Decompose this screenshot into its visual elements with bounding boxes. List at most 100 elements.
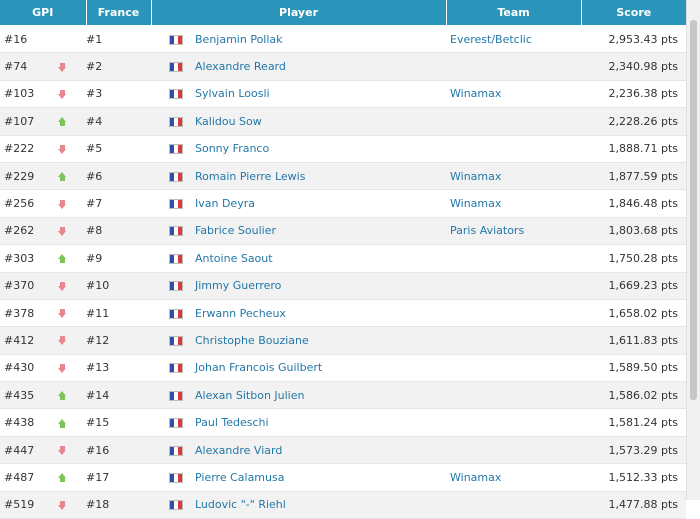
gpi-rank: #256 <box>0 189 58 218</box>
header-row: GPI France Player Team Score <box>0 0 687 26</box>
table-row: #519 #18 Ludovic "-" Riehl 1,477.88 pts <box>0 491 687 519</box>
score-value: 1,846.48 pts <box>581 189 687 218</box>
france-rank: #18 <box>86 491 151 519</box>
table-row: #378 #11 Erwann Pecheux 1,658.02 pts <box>0 299 687 328</box>
player-name-link[interactable]: Paul Tedeschi <box>191 408 447 437</box>
arrow-down-icon <box>58 281 67 291</box>
table-row: #103 #3 Sylvain Loosli Winamax 2,236.38 pts <box>0 80 687 109</box>
player-name-link[interactable]: Alexandre Viard <box>191 436 447 465</box>
france-flag-icon <box>169 281 183 292</box>
flag-cell <box>151 299 191 328</box>
arrow-down-icon <box>58 62 67 72</box>
team-name-link <box>446 299 582 328</box>
arrow-down-icon <box>58 363 67 373</box>
arrow-up-icon <box>58 117 67 127</box>
table-row: #229 #6 Romain Pierre Lewis Winamax 1,877.59… <box>0 162 687 191</box>
player-name-link[interactable]: Fabrice Soulier <box>191 217 447 246</box>
gpi-rank: #229 <box>0 162 58 191</box>
gpi-rank: #103 <box>0 80 58 109</box>
player-name-link[interactable]: Benjamin Pollak <box>191 25 447 54</box>
player-name-link[interactable]: Christophe Bouziane <box>191 326 447 355</box>
player-name-link[interactable]: Alexan Sitbon Julien <box>191 381 447 410</box>
header-score[interactable]: Score <box>581 0 687 26</box>
player-name-link[interactable]: Kalidou Sow <box>191 107 447 136</box>
score-value: 1,888.71 pts <box>581 135 687 163</box>
player-name-link[interactable]: Ludovic "-" Riehl <box>191 491 447 519</box>
player-name-link[interactable]: Jimmy Guerrero <box>191 272 447 300</box>
player-name-link[interactable]: Sylvain Loosli <box>191 80 447 109</box>
team-name-link[interactable]: Winamax <box>446 463 582 492</box>
team-name-link[interactable]: Winamax <box>446 162 582 191</box>
player-name-link[interactable]: Pierre Calamusa <box>191 463 447 492</box>
team-name-link <box>446 436 582 465</box>
player-name-link[interactable]: Ivan Deyra <box>191 189 447 218</box>
header-france[interactable]: France <box>86 0 152 26</box>
team-name-link <box>446 135 582 163</box>
flag-cell <box>151 189 191 218</box>
team-name-link[interactable]: Winamax <box>446 80 582 109</box>
trend-cell <box>58 381 86 410</box>
player-name-link[interactable]: Sonny Franco <box>191 135 447 163</box>
france-flag-icon <box>169 445 183 456</box>
arrow-down-icon <box>58 446 67 456</box>
france-flag-icon <box>169 89 183 100</box>
scrollbar-thumb[interactable] <box>690 20 697 400</box>
score-value: 1,573.29 pts <box>581 436 687 465</box>
header-gpi[interactable]: GPI <box>0 0 87 26</box>
france-flag-icon <box>169 116 183 127</box>
score-value: 2,236.38 pts <box>581 80 687 109</box>
trend-cell <box>58 162 86 191</box>
header-team[interactable]: Team <box>446 0 582 26</box>
score-value: 2,953.43 pts <box>581 25 687 54</box>
gpi-rank: #16 <box>0 25 58 54</box>
flag-cell <box>151 25 191 54</box>
france-rank: #6 <box>86 162 151 191</box>
france-rank: #12 <box>86 326 151 355</box>
player-name-link[interactable]: Alexandre Reard <box>191 52 447 81</box>
flag-cell <box>151 381 191 410</box>
france-flag-icon <box>169 144 183 155</box>
arrow-down-icon <box>58 144 67 154</box>
table-row: #435 #14 Alexan Sitbon Julien 1,586.02 pts <box>0 381 687 410</box>
ranking-table: GPI France Player Team Score #16 #1 Benjam… <box>0 0 687 519</box>
player-name-link[interactable]: Antoine Saout <box>191 244 447 273</box>
gpi-rank: #435 <box>0 381 58 410</box>
arrow-down-icon <box>58 226 67 236</box>
arrow-down-icon <box>58 89 67 99</box>
player-name-link[interactable]: Romain Pierre Lewis <box>191 162 447 191</box>
flag-cell <box>151 354 191 383</box>
france-rank: #2 <box>86 52 151 81</box>
gpi-rank: #74 <box>0 52 58 81</box>
vertical-scrollbar[interactable] <box>686 0 700 500</box>
table-row: #222 #5 Sonny Franco 1,888.71 pts <box>0 135 687 163</box>
france-flag-icon <box>169 226 183 237</box>
trend-cell <box>58 25 86 54</box>
header-player[interactable]: Player <box>151 0 447 26</box>
player-name-link[interactable]: Erwann Pecheux <box>191 299 447 328</box>
gpi-rank: #487 <box>0 463 58 492</box>
france-flag-icon <box>169 253 183 264</box>
arrow-up-icon <box>58 473 67 483</box>
gpi-rank: #303 <box>0 244 58 273</box>
table-row: #262 #8 Fabrice Soulier Paris Aviators 1,803… <box>0 217 687 246</box>
team-name-link[interactable]: Everest/Betclic <box>446 25 582 54</box>
france-rank: #7 <box>86 189 151 218</box>
score-value: 1,512.33 pts <box>581 463 687 492</box>
score-value: 2,340.98 pts <box>581 52 687 81</box>
team-name-link[interactable]: Winamax <box>446 189 582 218</box>
flag-cell <box>151 107 191 136</box>
team-name-link[interactable]: Paris Aviators <box>446 217 582 246</box>
trend-cell <box>58 52 86 81</box>
score-value: 1,877.59 pts <box>581 162 687 191</box>
france-rank: #13 <box>86 354 151 383</box>
france-flag-icon <box>169 34 183 45</box>
table-row: #487 #17 Pierre Calamusa Winamax 1,512.33 pt… <box>0 463 687 492</box>
flag-cell <box>151 436 191 465</box>
arrow-down-icon <box>58 336 67 346</box>
player-name-link[interactable]: Johan Francois Guilbert <box>191 354 447 383</box>
france-flag-icon <box>169 308 183 319</box>
table-row: #430 #13 Johan Francois Guilbert 1,589.50 p… <box>0 354 687 383</box>
gpi-rank: #438 <box>0 408 58 437</box>
gpi-rank: #370 <box>0 272 58 300</box>
trend-cell <box>58 135 86 163</box>
